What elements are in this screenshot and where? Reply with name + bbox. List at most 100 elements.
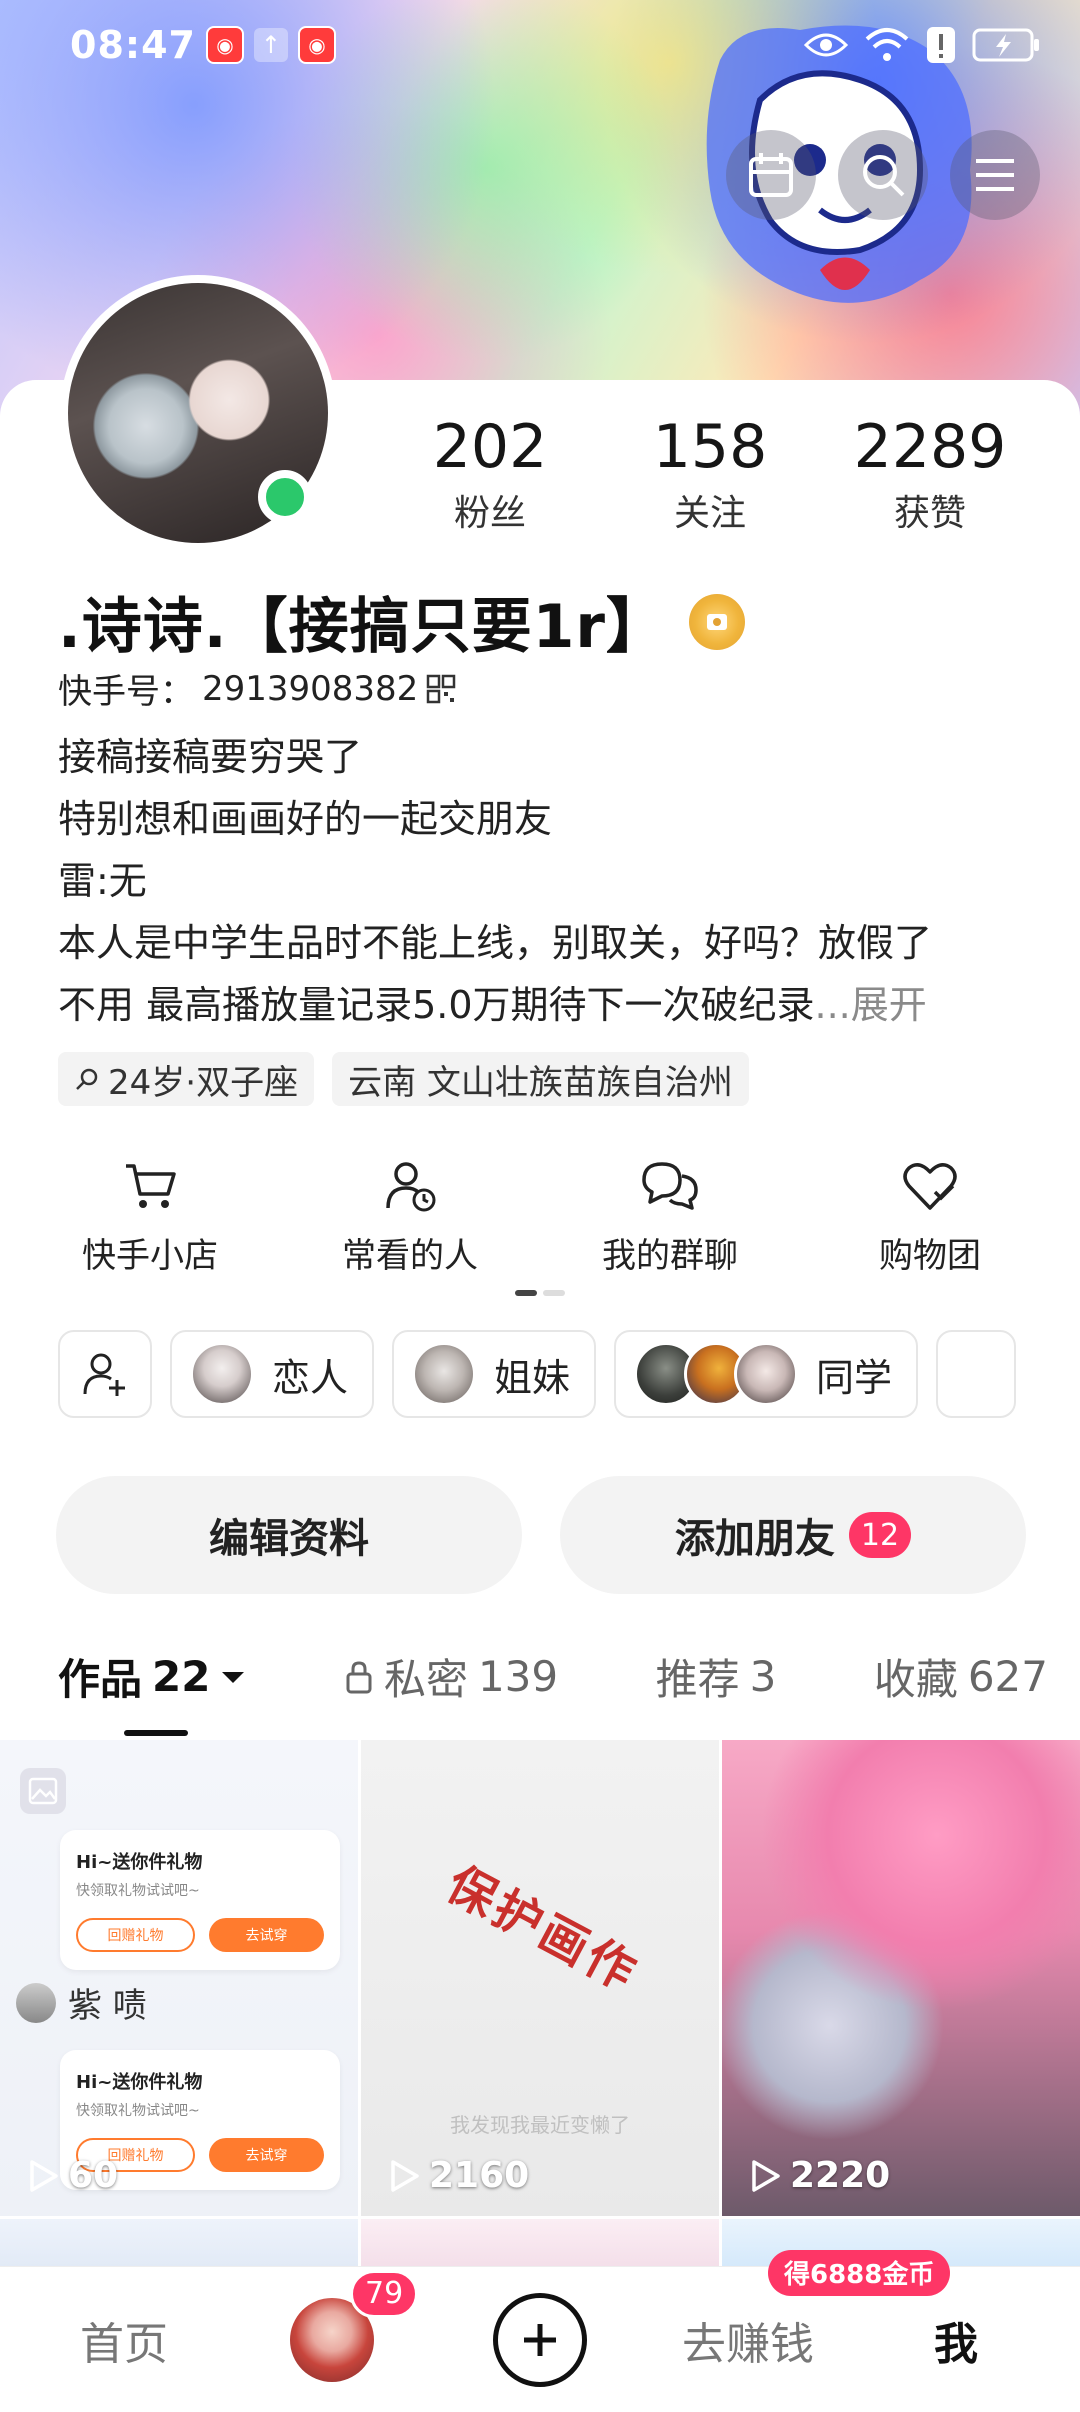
tab-works[interactable]: 作品 22 — [58, 1646, 246, 1707]
gift-card-title: Hi~送你件礼物 — [76, 2072, 203, 2093]
button-label: 添加朋友 — [674, 1516, 835, 1562]
eye-icon — [804, 33, 848, 57]
button-label: 编辑资料 — [209, 1516, 369, 1562]
stat-label: 关注 — [673, 493, 746, 534]
profile-bio[interactable]: 接稿接稿要穷哭了 特别想和画画好的一起交朋友 雷:无 本人是中学生品时不能上线，… — [58, 726, 1038, 1036]
nav-me[interactable]: 我 — [856, 2308, 1056, 2372]
stat-following[interactable]: 158 关注 — [610, 412, 810, 536]
tab-favorites[interactable]: 收藏 627 — [874, 1646, 1048, 1707]
play-icon — [391, 2159, 419, 2192]
add-friend-button[interactable]: 添加朋友 12 — [560, 1476, 1026, 1594]
search-button[interactable] — [838, 130, 928, 220]
profile-stats: 202 粉丝 158 关注 2289 获赞 — [380, 412, 1040, 536]
work-item[interactable]: 保护画作 我发现我最近变懒了 2160 — [361, 1740, 719, 2216]
stat-value: 202 — [432, 412, 548, 482]
tag-location: 云南 文山壮族苗族自治州 — [332, 1052, 749, 1106]
heart-check-icon — [903, 1163, 957, 1210]
avatar — [412, 1342, 477, 1406]
gift-card-subtitle: 快领取礼物试试吧~ — [76, 2103, 200, 2119]
kuaishou-id-row[interactable]: 快手号： 2913908382 — [58, 664, 456, 713]
bio-line: 雷:无 — [58, 859, 147, 903]
online-status-dot — [258, 470, 312, 524]
nav-avatar: 79 — [290, 2269, 419, 2382]
stat-followers[interactable]: 202 粉丝 — [390, 412, 590, 536]
relationship-classmates[interactable]: 同学 — [614, 1330, 919, 1418]
calendar-icon — [749, 153, 793, 197]
bio-line: 接稿接稿要穷哭了 — [58, 735, 363, 779]
nav-earn[interactable]: 去赚钱 得6888金币 — [648, 2249, 951, 2372]
upload-icon: ↑ — [253, 28, 288, 62]
person-clock-icon — [386, 1162, 436, 1212]
active-tab-indicator — [124, 1730, 188, 1736]
menu-icon — [976, 159, 1014, 191]
medal-badge-icon[interactable] — [688, 593, 745, 650]
gift-return-button: 回赠礼物 — [76, 1918, 195, 1952]
play-count: 60 — [26, 2155, 118, 2196]
caret-down-icon — [222, 1671, 245, 1683]
kuaishou-id-label: 快手号： — [58, 672, 194, 712]
nav-create[interactable] — [440, 2292, 640, 2387]
pager-dot — [543, 1290, 565, 1296]
relationship-avatars — [412, 1342, 477, 1406]
tab-label: 收藏 — [873, 1655, 958, 1704]
tab-count: 627 — [967, 1652, 1048, 1701]
menu-button[interactable] — [950, 130, 1040, 220]
play-count-value: 60 — [68, 2155, 119, 2196]
gift-card-buttons: 回赠礼物 去试穿 — [76, 1918, 324, 1952]
quick-shopping-group[interactable]: 购物团 — [815, 1158, 1045, 1277]
status-bar: 08:47 ◉ ↑ ◉ — [0, 0, 1080, 90]
relationship-lover[interactable]: 恋人 — [170, 1330, 375, 1418]
quick-groupchat[interactable]: 我的群聊 — [555, 1158, 785, 1277]
works-grid: Hi~送你件礼物 快领取礼物试试吧~ 回赠礼物 去试穿 紫 啧 Hi~送你件礼物… — [0, 1740, 1080, 2279]
pager-dot — [515, 1290, 537, 1296]
stat-value: 158 — [652, 412, 768, 482]
image-post-icon — [20, 1768, 66, 1814]
relationship-label: 恋人 — [272, 1355, 349, 1400]
work-item[interactable]: Hi~送你件礼物 快领取礼物试试吧~ 回赠礼物 去试穿 紫 啧 Hi~送你件礼物… — [0, 1740, 358, 2216]
nav-earn-label: 去赚钱 — [682, 2318, 814, 2370]
nav-home[interactable]: 首页 — [24, 2308, 224, 2372]
header-actions — [726, 130, 1040, 220]
stat-likes[interactable]: 2289 获赞 — [830, 412, 1030, 536]
cart-icon — [126, 1164, 176, 1208]
relationship-more[interactable] — [936, 1330, 1017, 1418]
work-item[interactable]: 2220 — [722, 1740, 1080, 2216]
gift-card-subtitle: 快领取礼物试试吧~ — [76, 1883, 200, 1899]
bio-line-last: 不用 最高播放量记录5.0万期待下一次破纪录...展开 — [58, 974, 1038, 1036]
group-chat-icon — [642, 1162, 698, 1210]
quick-label: 快手小店 — [82, 1236, 218, 1276]
app-notification-icon: ◉ — [297, 26, 336, 64]
battery-charging-icon — [972, 28, 1039, 62]
bio-expand-link[interactable]: ...展开 — [815, 983, 927, 1027]
watermark-stamp: 保护画作 — [437, 1855, 648, 2003]
quick-frequent[interactable]: 常看的人 — [295, 1158, 525, 1277]
qr-code-icon[interactable] — [426, 674, 456, 704]
calendar-button[interactable] — [726, 130, 816, 220]
tab-count: 22 — [152, 1652, 211, 1701]
wifi-icon — [865, 28, 909, 61]
play-count-value: 2160 — [429, 2155, 530, 2196]
add-relationship-button[interactable] — [58, 1330, 152, 1418]
tag-label: 云南 文山壮族苗族自治州 — [348, 1062, 733, 1103]
status-time: 08:47 — [70, 23, 196, 67]
relationship-label: 同学 — [816, 1355, 893, 1400]
bio-line: 本人是中学生品时不能上线，别取关，好吗？放假了 — [58, 921, 933, 965]
quick-shop[interactable]: 快手小店 — [35, 1158, 265, 1277]
relationship-sisters[interactable]: 姐妹 — [392, 1330, 597, 1418]
tab-recommend[interactable]: 推荐 3 — [656, 1646, 777, 1707]
lock-icon — [346, 1660, 372, 1693]
avatar — [16, 1982, 56, 2023]
relationship-row: 恋人 姐妹 同学 — [58, 1330, 1080, 1418]
add-person-icon — [83, 1353, 125, 1396]
app-notification-icon: ◉ — [205, 26, 244, 64]
bottom-navigation: 首页 79 去赚钱 得6888金币 我 — [0, 2249, 1080, 2412]
quick-actions-pager — [515, 1290, 565, 1296]
edit-profile-button[interactable]: 编辑资料 — [56, 1476, 522, 1594]
nav-friends[interactable]: 79 — [232, 2269, 432, 2382]
avatar — [734, 1342, 799, 1406]
search-icon — [863, 155, 905, 197]
tab-label: 私密 — [383, 1655, 468, 1704]
gift-card-preview: Hi~送你件礼物 快领取礼物试试吧~ 回赠礼物 去试穿 — [60, 1830, 340, 1970]
tab-private[interactable]: 私密 139 — [344, 1646, 558, 1707]
avatar — [190, 1342, 254, 1406]
